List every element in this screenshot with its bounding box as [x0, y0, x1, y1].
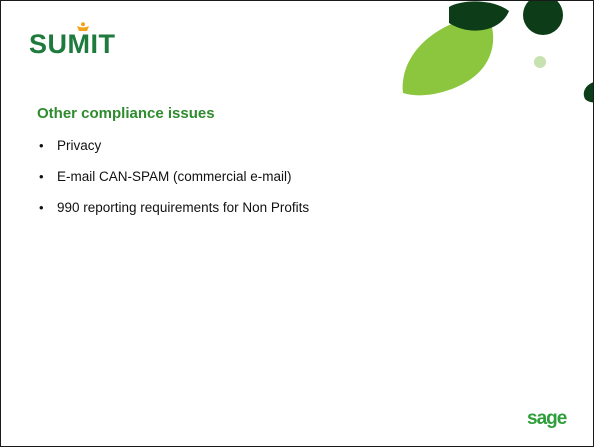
- sage-logo: sage: [527, 408, 567, 429]
- bullet-text: E-mail CAN-SPAM (commercial e-mail): [57, 169, 292, 184]
- list-item: • Privacy: [39, 138, 309, 169]
- logo-text-mi: MI: [68, 22, 99, 58]
- slide: SUMI T Other compliance issues • Privacy…: [0, 0, 594, 447]
- bullet-list: • Privacy • E-mail CAN-SPAM (commercial …: [39, 138, 309, 231]
- logo-text-left: SU: [29, 29, 68, 59]
- bullet-text: 990 reporting requirements for Non Profi…: [57, 200, 310, 215]
- logo-text-right: T: [98, 29, 116, 59]
- dark-green-leaf: [449, 1, 509, 31]
- summit-logo: SUMI T: [29, 22, 116, 59]
- bullet-icon: •: [39, 169, 44, 184]
- bullet-icon: •: [39, 200, 44, 215]
- list-item: • E-mail CAN-SPAM (commercial e-mail): [39, 169, 309, 200]
- light-green-dot: [534, 56, 546, 68]
- person-figure-icon: [77, 22, 90, 31]
- list-item: • 990 reporting requirements for Non Pro…: [39, 200, 309, 231]
- slide-title: Other compliance issues: [37, 105, 215, 122]
- bullet-text: Privacy: [57, 138, 102, 153]
- dark-green-blob: [523, 1, 563, 35]
- dark-green-edge-leaf: [583, 82, 593, 103]
- bullet-icon: •: [39, 138, 44, 153]
